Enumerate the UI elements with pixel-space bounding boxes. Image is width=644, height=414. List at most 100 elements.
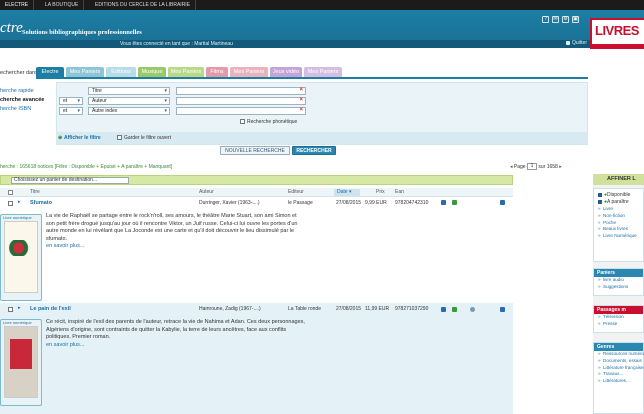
read-more-link[interactable]: en savoir plus... [46, 342, 85, 348]
quit-icon[interactable] [566, 41, 570, 45]
result-author[interactable]: Durringer, Xavier (1963-....) [199, 200, 260, 206]
col-title[interactable]: Titre [30, 189, 40, 195]
clear-icon[interactable]: × [299, 87, 303, 93]
clear-icon[interactable]: × [299, 107, 303, 113]
tab-editions[interactable]: Editions [106, 67, 136, 77]
status-icon [470, 307, 475, 312]
search-in-label: echercher dans : [0, 70, 41, 76]
page-input[interactable]: 1 [526, 163, 537, 170]
link-recherche-rapide[interactable]: herche rapide [0, 88, 34, 94]
show-filter-link[interactable]: Afficher le filtre [64, 135, 101, 141]
result-title[interactable]: Sfumato [30, 200, 52, 206]
row-checkbox[interactable] [8, 307, 13, 312]
refine-format-beaux-livres[interactable]: Beaux livres [594, 226, 643, 233]
search-button[interactable]: RECHERCHER [292, 146, 336, 155]
refine-format-poche[interactable]: Poche [594, 220, 643, 227]
help-icon[interactable]: ? [542, 16, 549, 23]
genre-travaux[interactable]: Travaux... [594, 371, 643, 378]
refine-title: AFFINER L [593, 174, 644, 185]
settings-icon[interactable]: ⚙ [562, 16, 569, 23]
page-total: sur 1658 [538, 163, 558, 170]
tab-films[interactable]: Films [206, 67, 228, 77]
refine-check-disponible[interactable]: ●Disponible [594, 192, 643, 199]
cover-art [10, 339, 32, 369]
tab-musique[interactable]: Musique [138, 67, 166, 77]
result-price: 9,99 EUR [365, 200, 387, 206]
col-price[interactable]: Prix [376, 189, 385, 195]
keep-filter-checkbox[interactable] [117, 135, 122, 140]
chevron-down-icon: ▾ [77, 98, 80, 104]
field-select-1[interactable]: Titre ▾ [88, 87, 170, 95]
result-title[interactable]: Le pain de l'exil [30, 306, 71, 312]
read-more-link[interactable]: en savoir plus... [46, 243, 85, 249]
tab-underline [36, 77, 588, 79]
passage-television[interactable]: Télévision [594, 314, 643, 321]
result-publisher: La Table ronde [288, 306, 321, 312]
book-cover[interactable]: Livre numérique [0, 319, 42, 406]
panier-livre-audio[interactable]: livre audio [594, 277, 643, 284]
phonetic-checkbox[interactable] [240, 119, 245, 124]
clear-icon[interactable]: × [299, 97, 303, 103]
operator-select-3[interactable]: et ▾ [59, 107, 83, 115]
refine-availability: ●Disponible ●A paraître Livre Non-fictio… [593, 188, 644, 262]
expand-icon[interactable]: ▸ [18, 199, 21, 205]
refine-format-numerique[interactable]: Livre Numérique [594, 233, 643, 240]
ebook-icon[interactable] [441, 307, 446, 312]
cover-art [9, 240, 33, 256]
tab-paniers-jeux[interactable]: Mes Paniers [304, 67, 342, 77]
page-label: Page [513, 163, 526, 170]
row-checkbox[interactable] [8, 201, 13, 206]
search-input-1[interactable]: × [176, 87, 306, 95]
panier-suggestions[interactable]: Suggestions [594, 284, 643, 291]
nav-electre[interactable]: Electre [0, 0, 35, 10]
quit-link[interactable]: Quitter [572, 40, 587, 46]
new-search-button[interactable]: NOUVELLE RECHERCHE [220, 146, 290, 155]
refine-check-a-paraitre[interactable]: ●A paraître [594, 199, 643, 206]
col-ean[interactable]: Ean [395, 189, 404, 195]
plus-icon[interactable]: ⊕ [58, 135, 62, 141]
col-publisher[interactable]: Editeur [288, 189, 304, 195]
user-bar: Vous êtes connecté en tant que : Martial… [0, 40, 590, 48]
operator-select-2[interactable]: et ▾ [59, 97, 83, 105]
tab-paniers-electre[interactable]: Mes Paniers [66, 67, 104, 77]
result-description: Ce récit, inspiré de l'exil des parents … [46, 319, 306, 349]
destination-select[interactable]: Choisissez un panier de destination... [11, 177, 129, 184]
add-to-cart-icon[interactable] [500, 307, 505, 312]
mail-icon[interactable]: ✉ [552, 16, 559, 23]
nav-boutique[interactable]: La boutique [40, 0, 85, 10]
genre-ressources[interactable]: Ressources numériques [594, 351, 644, 358]
ebook-icon[interactable] [441, 200, 446, 205]
genre-documents[interactable]: Documents, essais [594, 358, 643, 365]
add-to-cart-icon[interactable] [500, 200, 505, 205]
refine-format-livre[interactable]: Livre [594, 206, 643, 213]
refine-paniers: Paniers livre audio Suggestions [593, 268, 644, 296]
genre-litterature[interactable]: Littérature française [594, 365, 644, 372]
expand-icon[interactable]: ▸ [18, 305, 21, 311]
link-recherche-isbn[interactable]: herche ISBN [0, 106, 31, 112]
search-input-3[interactable]: × [176, 107, 306, 115]
tab-electre[interactable]: Electre [36, 67, 64, 77]
prev-page-icon[interactable]: ◂ [510, 164, 513, 170]
chevron-down-icon: ▾ [164, 88, 167, 94]
brand-logo[interactable]: LIVRES [590, 18, 644, 46]
tab-paniers-musique[interactable]: Mes Paniers [168, 67, 204, 77]
field-select-3[interactable]: Autre index ▾ [88, 107, 170, 115]
page-value: 1 [530, 163, 534, 169]
logo[interactable]: ctre [0, 20, 23, 37]
search-input-2[interactable]: × [176, 97, 306, 105]
refine-format-non-fiction[interactable]: Non-fiction [594, 213, 643, 220]
col-date[interactable]: Date ▾ [334, 189, 360, 196]
col-author[interactable]: Auteur [199, 189, 214, 195]
result-author[interactable]: Hamroune, Zadig (1967-....) [199, 306, 261, 312]
passage-presse[interactable]: Presse [594, 321, 643, 328]
next-page-icon[interactable]: ▸ [559, 164, 562, 170]
book-cover[interactable]: Livre numérique [0, 214, 42, 301]
nav-editions[interactable]: Editions du Cercle de la Librairie [90, 0, 197, 10]
field-select-2[interactable]: Auteur ▾ [88, 97, 170, 105]
link-recherche-avancee[interactable]: cherche avancée [0, 97, 44, 103]
genre-litteratures[interactable]: Littératures... [594, 378, 643, 385]
tab-jeux-video[interactable]: Jeux vidéo [270, 67, 302, 77]
select-all-checkbox[interactable] [8, 190, 13, 195]
cart-icon[interactable]: ▣ [572, 16, 579, 23]
tab-paniers-films[interactable]: Mes Paniers [230, 67, 268, 77]
